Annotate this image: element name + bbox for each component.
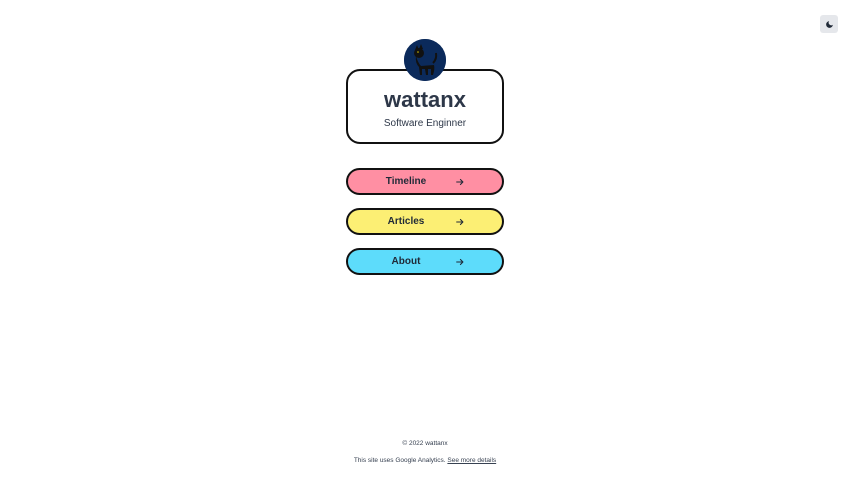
profile-role: Software Enginner — [383, 118, 467, 129]
footer-copyright: © 2022 wattanx — [402, 440, 448, 447]
about-button-label: About — [391, 256, 421, 267]
about-button[interactable]: About — [346, 248, 504, 275]
timeline-button-label: Timeline — [385, 176, 427, 187]
timeline-button[interactable]: Timeline — [346, 168, 504, 195]
arrow-right-icon — [456, 218, 464, 226]
black-cat-icon — [404, 39, 446, 81]
avatar — [404, 39, 446, 81]
footer-analytics: This site uses Google Analytics. See mor… — [0, 457, 850, 464]
analytics-notice: This site uses Google Analytics. — [353, 457, 448, 464]
arrow-right-icon — [456, 258, 464, 266]
moon-icon — [825, 20, 833, 28]
articles-button-label: Articles — [387, 216, 425, 227]
arrow-right-icon — [456, 178, 464, 186]
profile-name: wattanx — [384, 87, 466, 112]
page: wattanx Software Enginner Timeline Artic… — [0, 0, 850, 478]
articles-button[interactable]: Articles — [346, 208, 504, 235]
theme-toggle-button[interactable] — [820, 15, 838, 33]
see-more-details-link[interactable]: See more details — [447, 457, 496, 464]
